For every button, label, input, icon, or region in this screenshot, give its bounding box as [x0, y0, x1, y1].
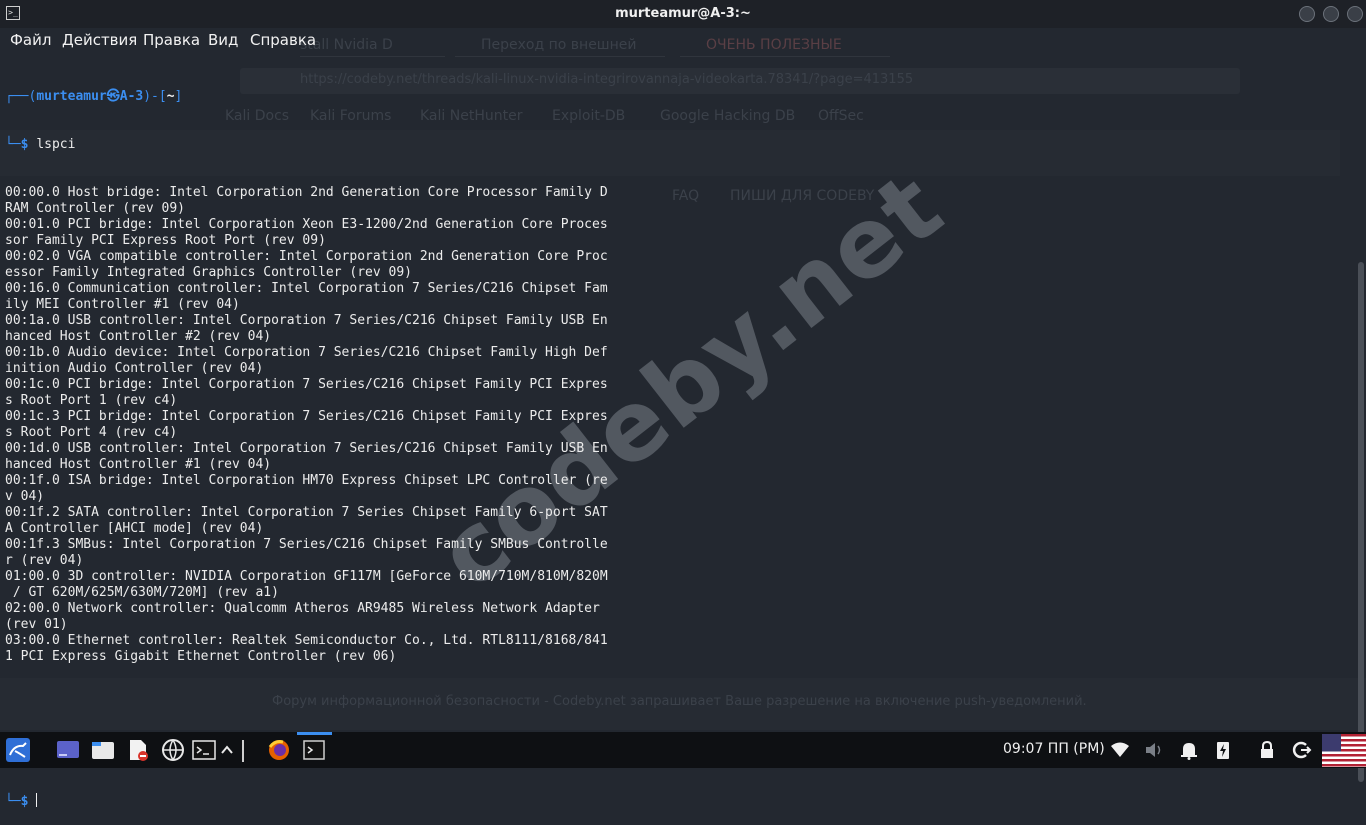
power-icon[interactable]	[1213, 740, 1233, 760]
ghost-nav-link: FAQ	[672, 188, 700, 204]
logout-icon[interactable]	[1292, 740, 1312, 760]
taskbar: 09:07 ПП (PM)	[0, 732, 1366, 768]
output-line: r (rev 04)	[5, 553, 84, 568]
menu-file[interactable]: Файл	[10, 31, 51, 49]
output-line: (rev 01)	[5, 617, 68, 632]
command-text: lspci	[36, 137, 76, 152]
window-title: murteamur@A-3:~	[615, 6, 751, 21]
maximize-button[interactable]	[1323, 6, 1339, 22]
output-line: 00:1b.0 Audio device: Intel Corporation …	[5, 345, 608, 360]
output-line: 00:1f.2 SATA controller: Intel Corporati…	[5, 505, 608, 520]
output-line: RAM Controller (rev 09)	[5, 201, 186, 216]
browser-globe-icon[interactable]	[161, 738, 185, 762]
command-line: └─$ lspci	[5, 137, 76, 152]
terminal-output[interactable]: ┌──(murteamur㉿A-3)-[~] └─$ lspci 00:00.0…	[5, 57, 635, 825]
prompt-line: ┌──(murteamur㉿A-3)-[~]	[5, 89, 183, 104]
prompt-user-host: murteamur㉿A-3	[36, 89, 144, 104]
output-line: 00:00.0 Host bridge: Intel Corporation 2…	[5, 185, 608, 200]
minimize-button[interactable]	[1299, 6, 1315, 22]
output-line: inition Audio Controller (rev 04)	[5, 361, 264, 376]
close-button[interactable]	[1347, 6, 1363, 22]
output-line: essor Family Integrated Graphics Control…	[5, 265, 412, 280]
menu-bar: Файл Действия Правка Вид Справка	[0, 28, 1366, 52]
terminal-icon[interactable]	[192, 738, 216, 762]
output-line: 00:1a.0 USB controller: Intel Corporatio…	[5, 313, 608, 328]
notifications-icon[interactable]	[1179, 740, 1199, 760]
terminal-window-icon[interactable]	[302, 738, 326, 762]
taskbar-separator	[242, 740, 244, 762]
input-line[interactable]: └─$	[5, 793, 635, 809]
network-icon[interactable]	[1110, 740, 1130, 760]
output-line: 00:1f.0 ISA bridge: Intel Corporation HM…	[5, 473, 608, 488]
output-line: 00:02.0 VGA compatible controller: Intel…	[5, 249, 608, 264]
taskbar-clock[interactable]: 09:07 ПП (PM)	[1003, 741, 1105, 757]
ghost-bookmark: OffSec	[818, 108, 864, 124]
output-line: sor Family PCI Express Root Port (rev 09…	[5, 233, 326, 248]
output-line: hanced Host Controller #2 (rev 04)	[5, 329, 272, 344]
prompt-dir: ~	[166, 89, 175, 104]
terminal-scrollbar[interactable]	[1356, 52, 1366, 782]
chevron-up-icon[interactable]	[218, 738, 236, 762]
output-line: 00:1d.0 USB controller: Intel Corporatio…	[5, 441, 608, 456]
menu-help[interactable]: Справка	[250, 31, 316, 49]
output-line: 00:1c.3 PCI bridge: Intel Corporation 7 …	[5, 409, 608, 424]
text-cursor	[36, 793, 38, 807]
prompt-symbol: $	[20, 794, 29, 809]
output-line: 1 PCI Express Gigabit Ethernet Controlle…	[5, 649, 397, 664]
menu-actions[interactable]: Действия	[62, 31, 137, 49]
lock-icon[interactable]	[1257, 740, 1277, 760]
output-line: s Root Port 4 (rev c4)	[5, 425, 178, 440]
firefox-icon[interactable]	[267, 738, 291, 762]
output-line: s Root Port 1 (rev c4)	[5, 393, 178, 408]
output-line: v 04)	[5, 489, 45, 504]
scrollbar-thumb[interactable]	[1358, 262, 1364, 782]
workspace-icon[interactable]	[56, 738, 80, 762]
output-line: 00:01.0 PCI bridge: Intel Corporation Xe…	[5, 217, 608, 232]
output-line: 00:1c.0 PCI bridge: Intel Corporation 7 …	[5, 377, 608, 392]
output-line: / GT 620M/625M/630M/720M] (rev a1)	[5, 585, 279, 600]
output-line: 01:00.0 3D controller: NVIDIA Corporatio…	[5, 569, 608, 584]
window-titlebar[interactable]: >_ murteamur@A-3:~	[0, 0, 1366, 28]
output-line: hanced Host Controller #1 (rev 04)	[5, 457, 272, 472]
output-line: 00:1f.3 SMBus: Intel Corporation 7 Serie…	[5, 537, 608, 552]
menu-edit[interactable]: Правка	[143, 31, 200, 49]
ghost-bookmark: Google Hacking DB	[660, 108, 796, 124]
output-line: 02:00.0 Network controller: Qualcomm Ath…	[5, 601, 600, 616]
text-editor-icon[interactable]	[126, 738, 150, 762]
menu-view[interactable]: Вид	[208, 31, 238, 49]
command-output: 00:00.0 Host bridge: Intel Corporation 2…	[5, 185, 635, 665]
output-line: 03:00.0 Ethernet controller: Realtek Sem…	[5, 633, 608, 648]
active-task-indicator	[297, 732, 332, 735]
volume-icon[interactable]	[1144, 740, 1164, 760]
output-line: A Controller [AHCI mode] (rev 04)	[5, 521, 264, 536]
kali-menu-icon[interactable]	[5, 737, 31, 763]
us-flag-icon[interactable]	[1322, 734, 1366, 767]
prompt-symbol: $	[20, 137, 29, 152]
output-line: ily MEI Controller #1 (rev 04)	[5, 297, 240, 312]
file-manager-icon[interactable]	[91, 738, 115, 762]
output-line: 00:16.0 Communication controller: Intel …	[5, 281, 608, 296]
